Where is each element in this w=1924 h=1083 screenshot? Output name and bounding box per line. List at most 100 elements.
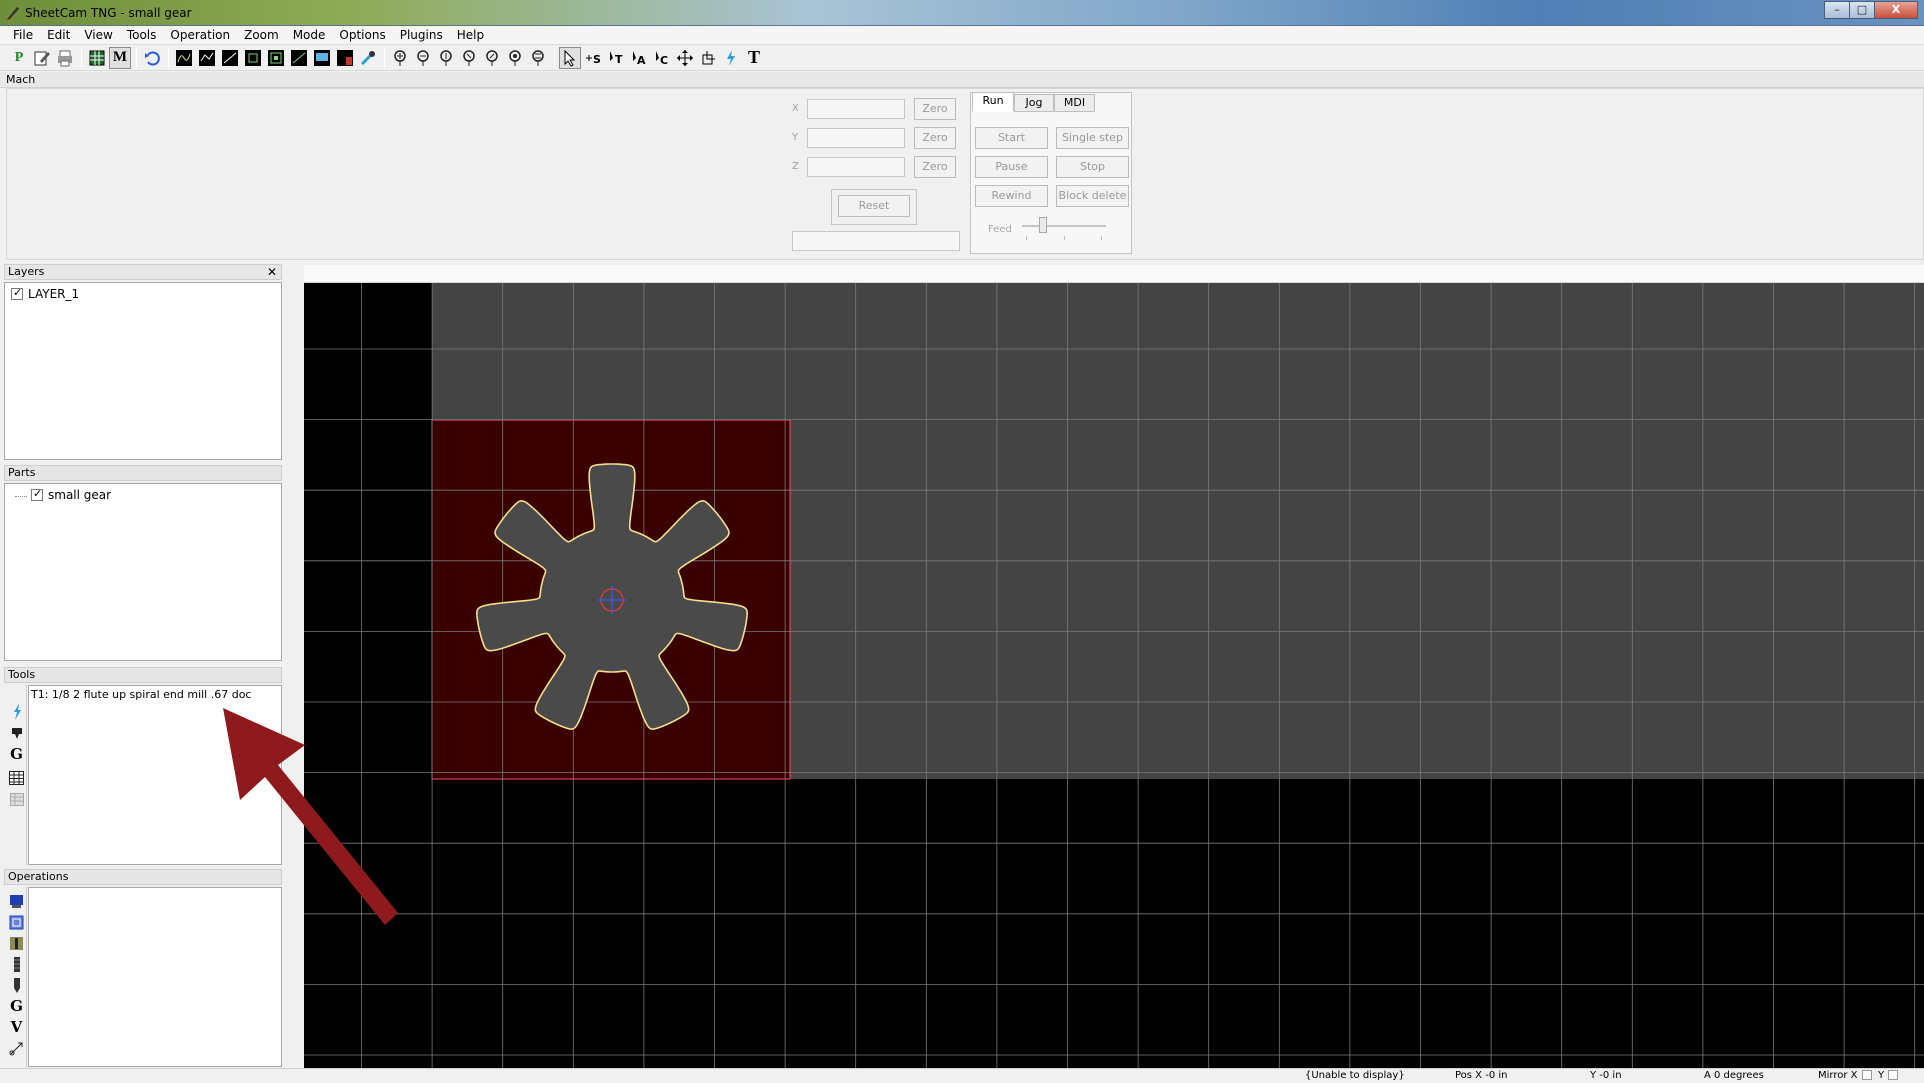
cut-tool-icon: C xyxy=(656,50,668,67)
toolbar-separator xyxy=(554,47,555,68)
pick-color-button[interactable] xyxy=(357,47,379,69)
drill-tool-icon[interactable] xyxy=(8,724,25,741)
x-position-field[interactable] xyxy=(807,99,905,119)
move-operation-icon[interactable] xyxy=(8,1040,25,1057)
drill-operation-icon[interactable] xyxy=(8,935,25,952)
screen-view-icon xyxy=(314,49,330,66)
text-tool-button[interactable]: T xyxy=(743,47,765,69)
layers-title: Layers xyxy=(8,265,45,278)
part-visibility-checkbox[interactable] xyxy=(31,487,43,501)
pause-button[interactable]: Pause xyxy=(975,156,1048,178)
profile-operation-icon[interactable] xyxy=(8,893,25,910)
zero-x-button[interactable]: Zero xyxy=(914,98,956,120)
part-item[interactable]: small gear xyxy=(31,487,111,502)
layer-visibility-checkbox[interactable] xyxy=(11,286,23,300)
mirror-x-checkbox[interactable] xyxy=(1862,1070,1872,1080)
menu-tools[interactable]: Tools xyxy=(120,26,164,44)
reset-button[interactable]: Reset xyxy=(838,195,910,217)
tab-run[interactable]: Run xyxy=(972,92,1014,112)
undo-button[interactable] xyxy=(141,47,163,69)
feed-slider-track xyxy=(1022,225,1106,227)
close-icon[interactable]: ✕ xyxy=(267,265,277,279)
start-point-6-button[interactable] xyxy=(504,47,526,69)
block-delete-button[interactable]: Block delete xyxy=(1056,185,1129,207)
start-point-7-button[interactable] xyxy=(527,47,549,69)
menu-file[interactable]: File xyxy=(6,26,40,44)
rewind-button[interactable]: Rewind xyxy=(975,185,1048,207)
sheetcam-window: { "window": {"title": "SheetCam TNG - sm… xyxy=(0,0,1924,1083)
disabled-table-icon[interactable] xyxy=(8,791,25,808)
layer-item[interactable]: LAYER_1 xyxy=(11,286,79,301)
tab-jog[interactable]: Jog xyxy=(1014,94,1054,112)
post-process-button[interactable]: P xyxy=(8,47,30,69)
close-button[interactable]: X xyxy=(1874,1,1918,19)
menu-zoom[interactable]: Zoom xyxy=(237,26,286,44)
feed-slider-tick xyxy=(1026,236,1027,240)
gcode-operation-icon[interactable]: G xyxy=(8,997,25,1015)
tool-item[interactable]: T1: 1/8 2 flute up spiral end mill .67 d… xyxy=(31,688,251,701)
mirror-y-checkbox[interactable] xyxy=(1888,1070,1898,1080)
select-tool-button[interactable] xyxy=(559,46,581,69)
view-mode-3-button[interactable] xyxy=(219,47,241,69)
start-button[interactable]: Start xyxy=(975,127,1048,149)
cut-operation-icon[interactable] xyxy=(8,956,25,973)
edit-job-button[interactable] xyxy=(31,47,53,69)
start-point-1-button[interactable] xyxy=(389,47,411,69)
drawing-canvas[interactable] xyxy=(304,283,1924,1071)
menu-operation[interactable]: Operation xyxy=(163,26,237,44)
menu-plugins[interactable]: Plugins xyxy=(393,26,450,44)
menu-options[interactable]: Options xyxy=(332,26,392,44)
start-point-4-button[interactable] xyxy=(458,47,480,69)
start-tool-button[interactable]: S xyxy=(582,47,604,69)
parts-panel-header: Parts xyxy=(4,465,282,481)
grid-icon xyxy=(89,50,105,65)
svg-text:S: S xyxy=(593,53,601,66)
toolbar-separator xyxy=(136,47,137,68)
z-position-field[interactable] xyxy=(807,157,905,177)
start-point-5-button[interactable] xyxy=(481,47,503,69)
tab-tool-button[interactable]: T xyxy=(605,47,627,69)
view-mode-7-button[interactable] xyxy=(311,47,333,69)
tools-side-toolbar: G xyxy=(5,685,27,865)
maximize-button[interactable]: □ xyxy=(1849,1,1875,19)
gcode-tool-icon[interactable]: G xyxy=(8,745,25,763)
tab-mdi[interactable]: MDI xyxy=(1054,94,1095,112)
engrave-operation-icon[interactable] xyxy=(8,977,25,994)
move-tool-button[interactable] xyxy=(674,47,696,69)
menu-help[interactable]: Help xyxy=(450,26,491,44)
feed-slider-thumb[interactable] xyxy=(1039,217,1047,233)
lead-in-button[interactable] xyxy=(720,47,742,69)
scale-tool-button[interactable] xyxy=(697,47,719,69)
view-mode-2-button[interactable] xyxy=(196,47,218,69)
start-point-icon xyxy=(440,49,452,66)
zero-z-button[interactable]: Zero xyxy=(914,156,956,178)
pocket-operation-icon[interactable] xyxy=(8,914,25,931)
zero-y-button[interactable]: Zero xyxy=(914,127,956,149)
stop-button[interactable]: Stop xyxy=(1056,156,1129,178)
mach-panel-button[interactable]: M xyxy=(109,46,131,69)
start-point-icon xyxy=(463,49,475,66)
view-mode-5-button[interactable] xyxy=(265,47,287,69)
menu-edit[interactable]: Edit xyxy=(40,26,77,44)
table-icon[interactable] xyxy=(8,769,25,786)
print-button[interactable] xyxy=(54,47,76,69)
eyedropper-icon xyxy=(360,50,375,65)
view-mode-8-button[interactable] xyxy=(334,47,356,69)
table-view-button[interactable] xyxy=(86,47,108,69)
start-point-3-button[interactable] xyxy=(435,47,457,69)
vcarve-operation-icon[interactable]: V xyxy=(8,1018,25,1036)
menu-mode[interactable]: Mode xyxy=(286,26,333,44)
start-point-2-button[interactable] xyxy=(412,47,434,69)
view-mode-6-button[interactable] xyxy=(288,47,310,69)
single-step-button[interactable]: Single step xyxy=(1056,127,1129,149)
menu-view[interactable]: View xyxy=(77,26,119,44)
minimize-button[interactable]: – xyxy=(1824,1,1850,19)
lightning-icon[interactable] xyxy=(8,703,25,720)
printer-icon xyxy=(58,50,72,66)
y-position-field[interactable] xyxy=(807,128,905,148)
view-mode-4-button[interactable] xyxy=(242,47,264,69)
title-bar: SheetCam TNG - small gear – □ X xyxy=(0,0,1924,26)
align-tool-button[interactable]: A xyxy=(628,47,650,69)
view-mode-1-button[interactable] xyxy=(173,47,195,69)
cut-tool-button[interactable]: C xyxy=(651,47,673,69)
